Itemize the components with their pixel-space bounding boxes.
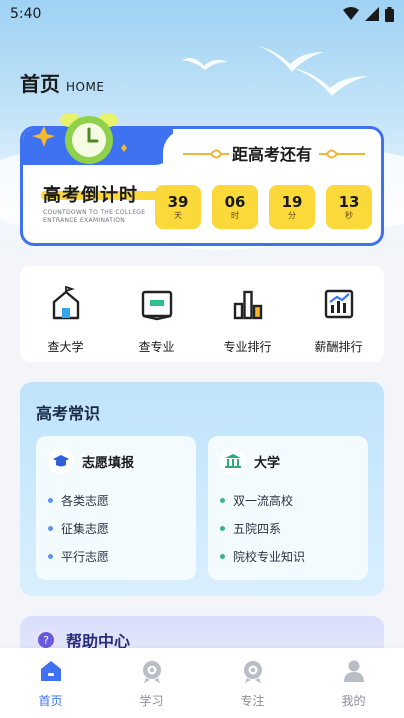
list-item[interactable]: 各类志愿	[48, 486, 109, 514]
status-bar: 5:40	[0, 0, 404, 28]
list-item[interactable]: 院校专业知识	[220, 542, 305, 570]
countdown-title: 高考倒计时	[43, 185, 138, 206]
page-subtitle: HOME	[66, 80, 105, 94]
volunteer-card-title: 志愿填报	[82, 455, 135, 471]
study-icon	[142, 661, 161, 683]
tab-focus[interactable]: 专注	[202, 648, 303, 718]
seconds-label: 秒	[345, 211, 353, 220]
university-card[interactable]: 大学 双一流高校 五院四系 院校专业知识	[208, 436, 368, 580]
list-item[interactable]: 平行志愿	[48, 542, 109, 570]
tab-label: 学习	[139, 694, 164, 708]
countdown-days: 39 天	[155, 185, 201, 229]
university-building-icon	[220, 448, 246, 474]
days-label: 天	[174, 211, 182, 220]
tool-label: 查专业	[138, 340, 175, 354]
tab-profile[interactable]: 我的	[303, 648, 404, 718]
tools-card: 查大学 查专业 专业排行 薪酬排行	[20, 266, 384, 362]
ribbon-right-icon	[319, 149, 365, 159]
tool-label: 专业排行	[223, 340, 272, 354]
knowledge-title: 高考常识	[36, 404, 101, 423]
salary-chart-icon	[324, 289, 353, 319]
countdown-subtitle-tab: 距高考还有	[163, 129, 381, 181]
graduation-cap-icon	[48, 448, 74, 474]
countdown-hours: 06 时	[212, 185, 258, 229]
university-card-title: 大学	[254, 455, 281, 471]
alarm-clock-icon	[32, 113, 127, 164]
bird-decoration	[182, 58, 228, 70]
hours-label: 时	[231, 211, 239, 220]
tab-study[interactable]: 学习	[101, 648, 202, 718]
bird-decoration	[292, 68, 368, 96]
profile-icon	[343, 660, 364, 682]
status-time: 5:40	[10, 6, 42, 22]
page-title: 首页	[20, 72, 60, 96]
minutes-label: 分	[288, 211, 296, 220]
countdown-boxes: 39 天 06 时 19 分 13 秒	[155, 185, 372, 229]
tool-major[interactable]: 查专业	[111, 266, 202, 362]
countdown-seconds: 13 秒	[326, 185, 372, 229]
battery-icon	[385, 6, 394, 22]
university-icon	[52, 286, 79, 320]
countdown-minutes: 19 分	[269, 185, 315, 229]
tab-label: 专注	[240, 694, 265, 708]
tab-label: 首页	[38, 694, 63, 708]
book-icon	[141, 290, 172, 321]
knowledge-card: 高考常识 志愿填报 各类志愿 征集志愿 平行志愿 大学 双一流高校 五院四系 院…	[20, 382, 384, 596]
list-item[interactable]: 征集志愿	[48, 514, 109, 542]
tool-major-ranking[interactable]: 专业排行	[202, 266, 293, 362]
minutes-value: 19	[281, 193, 303, 211]
volunteer-card[interactable]: 志愿填报 各类志愿 征集志愿 平行志愿	[36, 436, 196, 580]
tool-label: 查大学	[47, 340, 84, 354]
tab-home[interactable]: 首页	[0, 648, 101, 718]
signal-icon	[365, 7, 379, 21]
bottom-tab-bar: 首页 学习 专注 我的	[0, 648, 404, 718]
ranking-chart-icon	[233, 290, 262, 320]
svg-text:?: ?	[43, 634, 49, 647]
wifi-icon	[343, 7, 359, 20]
tool-label: 薪酬排行	[314, 340, 363, 354]
page-header: 首页 HOME	[20, 68, 104, 97]
focus-icon	[243, 661, 262, 683]
hours-value: 06	[224, 193, 246, 211]
days-value: 39	[167, 193, 189, 211]
tool-university[interactable]: 查大学	[20, 266, 111, 362]
countdown-caption: COUNTDOWN TO THE COLLEGE ENTRANCE EXAMIN…	[43, 209, 146, 224]
list-item[interactable]: 五院四系	[220, 514, 305, 542]
home-icon	[40, 661, 61, 681]
tool-salary-ranking[interactable]: 薪酬排行	[293, 266, 384, 362]
tab-label: 我的	[341, 694, 366, 708]
list-item[interactable]: 双一流高校	[220, 486, 305, 514]
seconds-value: 13	[338, 193, 360, 211]
